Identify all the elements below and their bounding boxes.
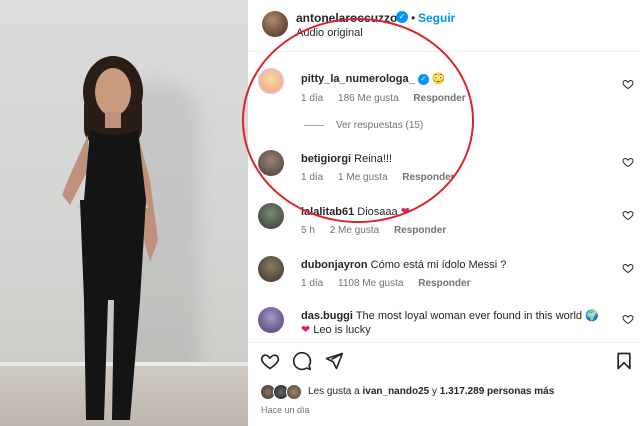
comment-meta: 1 día 186 Me gusta Responder [301,93,478,104]
commenter-avatar[interactable] [258,203,284,229]
comment-body: The most loyal woman ever found in this … [355,310,583,322]
comment-icon[interactable] [292,351,312,371]
likes-text: Les gusta a ivan_nando25 y 1.317.289 per… [308,386,554,397]
comment-text: das.buggi The most loyal woman ever foun… [301,309,599,337]
action-bar [248,342,640,372]
comment-time: 1 día [301,93,324,104]
comment-meta: 5 h 2 Me gusta Responder [301,225,458,236]
heart-emoji-icon: ❤ [301,324,311,336]
heart-icon[interactable] [622,209,634,221]
share-icon[interactable] [324,351,344,371]
likes-middle: y [431,386,437,397]
woman-figure [62,56,158,420]
commenter-avatar[interactable] [258,68,284,94]
author-avatar[interactable] [262,11,288,37]
liker-avatar[interactable] [286,384,302,400]
heart-icon[interactable] [622,78,634,90]
view-replies-link[interactable]: Ver respuestas (15) [304,120,423,131]
comment-body: Reina!!! [354,153,393,165]
commenter-avatar[interactable] [258,150,284,176]
commenter-avatar[interactable] [258,307,284,333]
verified-badge-icon: ✓ [417,73,429,85]
likes-prefix: Les gusta a [308,386,360,397]
likes-count[interactable]: 1.317.289 personas más [440,386,555,397]
reply-button[interactable]: Responder [402,172,454,183]
commenter-username[interactable]: lalalitab61 [301,206,354,218]
comment-time: 1 día [301,172,324,183]
post-header: antonelaroccuzzo ✓ • Seguir Audio origin… [248,0,640,52]
comment-time: 1 día [301,278,324,289]
bookmark-icon[interactable] [614,351,634,371]
heart-icon[interactable] [622,313,634,325]
commenter-username[interactable]: betigiorgi [301,153,351,165]
reply-button[interactable]: Responder [394,225,446,236]
comment-text: dubonjayron Cómo está mi ídolo Messi ? [301,258,506,272]
comment-likes[interactable]: 186 Me gusta [338,93,399,104]
comment-text: pitty_la_numerologa_ ✓ 😳 [301,72,446,86]
post-time: Hace un día [261,405,310,415]
comment-text: lalalitab61 Diosaaa ❤ [301,205,410,219]
comment-time: 5 h [301,225,315,236]
globe-emoji-icon: 🌍 [585,310,599,322]
like-heart-icon[interactable] [260,351,280,371]
commenter-username[interactable]: das.buggi [301,310,353,322]
commenter-username[interactable]: pitty_la_numerologa_ [301,73,415,85]
comment-likes[interactable]: 1108 Me gusta [338,278,403,289]
reply-button[interactable]: Responder [418,278,470,289]
heart-icon[interactable] [622,262,634,274]
reply-button[interactable]: Responder [413,93,465,104]
liker-username[interactable]: ivan_nando25 [363,386,430,397]
heart-icon[interactable] [622,156,634,168]
comment-emoji: 😳 [431,73,446,85]
comment-likes[interactable]: 2 Me gusta [330,225,379,236]
replies-divider-line [304,124,324,126]
audio-label[interactable]: Audio original [296,27,363,39]
post-photo[interactable] [0,0,248,426]
commenter-username[interactable]: dubonjayron [301,259,368,271]
comment-meta: 1 día 1 Me gusta Responder [301,172,467,183]
verified-badge-icon: ✓ [396,11,408,23]
comments-panel: antonelaroccuzzo ✓ • Seguir Audio origin… [248,0,640,426]
comment-body-line2: Leo is lucky [313,324,371,336]
follow-button[interactable]: Seguir [418,11,455,25]
comment-meta: 1 día 1108 Me gusta Responder [301,278,482,289]
comment-body: Diosaaa [357,206,398,218]
comment-body: Cómo está mi ídolo Messi ? [370,259,507,271]
view-replies-label[interactable]: Ver respuestas (15) [336,120,423,131]
separator-dot: • [411,11,416,25]
commenter-avatar[interactable] [258,256,284,282]
comment-text: betigiorgi Reina!!! [301,152,392,166]
comment-likes[interactable]: 1 Me gusta [338,172,387,183]
heart-emoji-icon: ❤ [400,206,410,218]
author-username[interactable]: antonelaroccuzzo [296,11,397,25]
